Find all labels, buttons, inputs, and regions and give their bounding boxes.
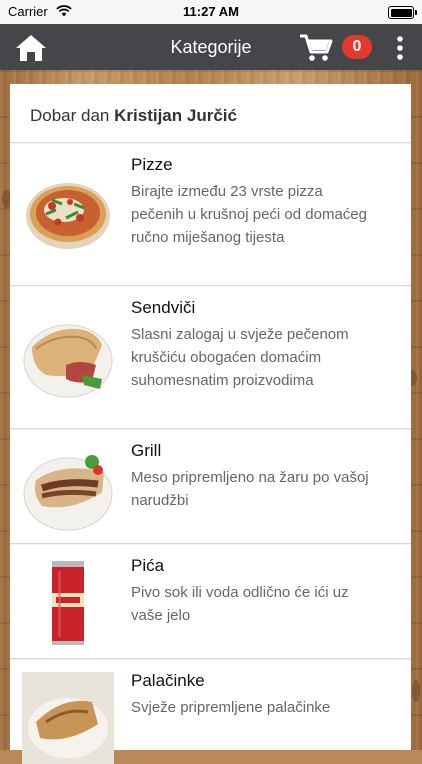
greeting-prefix: Dobar dan [30, 106, 110, 125]
category-name: Palačinke [131, 671, 205, 690]
category-item-pica[interactable]: Pića Pivo sok ili voda odlično će ići uz… [10, 545, 411, 659]
pancake-image [22, 672, 114, 764]
battery-icon [388, 6, 417, 19]
cart-button[interactable] [298, 33, 334, 63]
grill-image [23, 455, 113, 531]
status-time: 11:27 AM [183, 4, 239, 19]
more-vertical-icon [397, 36, 403, 60]
category-list: Dobar dan Kristijan Jurčić Pizze Birajte… [10, 84, 411, 764]
greeting-user-name: Kristijan Jurčić [114, 106, 237, 125]
category-item-palacinke[interactable]: Palačinke Svježe pripremljene palačinke [10, 660, 411, 764]
category-name: Pića [131, 556, 165, 575]
category-item-grill[interactable]: Grill Meso pripremljeno na žaru po vašoj… [10, 430, 411, 544]
category-description: Birajte između 23 vrste pizza pečenih u … [131, 183, 367, 246]
nav-bar: Kategorije 0 [0, 24, 422, 70]
cart-count-badge[interactable]: 0 [342, 35, 372, 59]
pizza-image [26, 183, 110, 249]
greeting-header: Dobar dan Kristijan Jurčić [10, 84, 411, 143]
category-item-sendvici[interactable]: Sendviči Slasni zalogaj u svježe pečenom… [10, 287, 411, 429]
category-description: Slasni zalogaj u svježe pečenom kruščiću… [131, 326, 349, 389]
sandwich-image [23, 324, 113, 398]
category-item-pizze[interactable]: Pizze Birajte između 23 vrste pizza peče… [10, 144, 411, 286]
category-name: Grill [131, 441, 162, 460]
drink-can-image [52, 561, 84, 645]
category-name: Sendviči [131, 298, 196, 317]
category-name: Pizze [131, 155, 173, 174]
more-menu-button[interactable] [390, 33, 410, 63]
category-description: Meso pripremljeno na žaru po vašoj narud… [131, 469, 369, 509]
greeting-text: Dobar dan Kristijan Jurčić [30, 106, 237, 126]
category-description: Svježe pripremljene palačinke [131, 699, 331, 716]
cart-icon [300, 34, 333, 61]
status-bar: Carrier 11:27 AM [0, 0, 422, 24]
category-description: Pivo sok ili voda odlično će ići uz vaše… [131, 584, 349, 624]
